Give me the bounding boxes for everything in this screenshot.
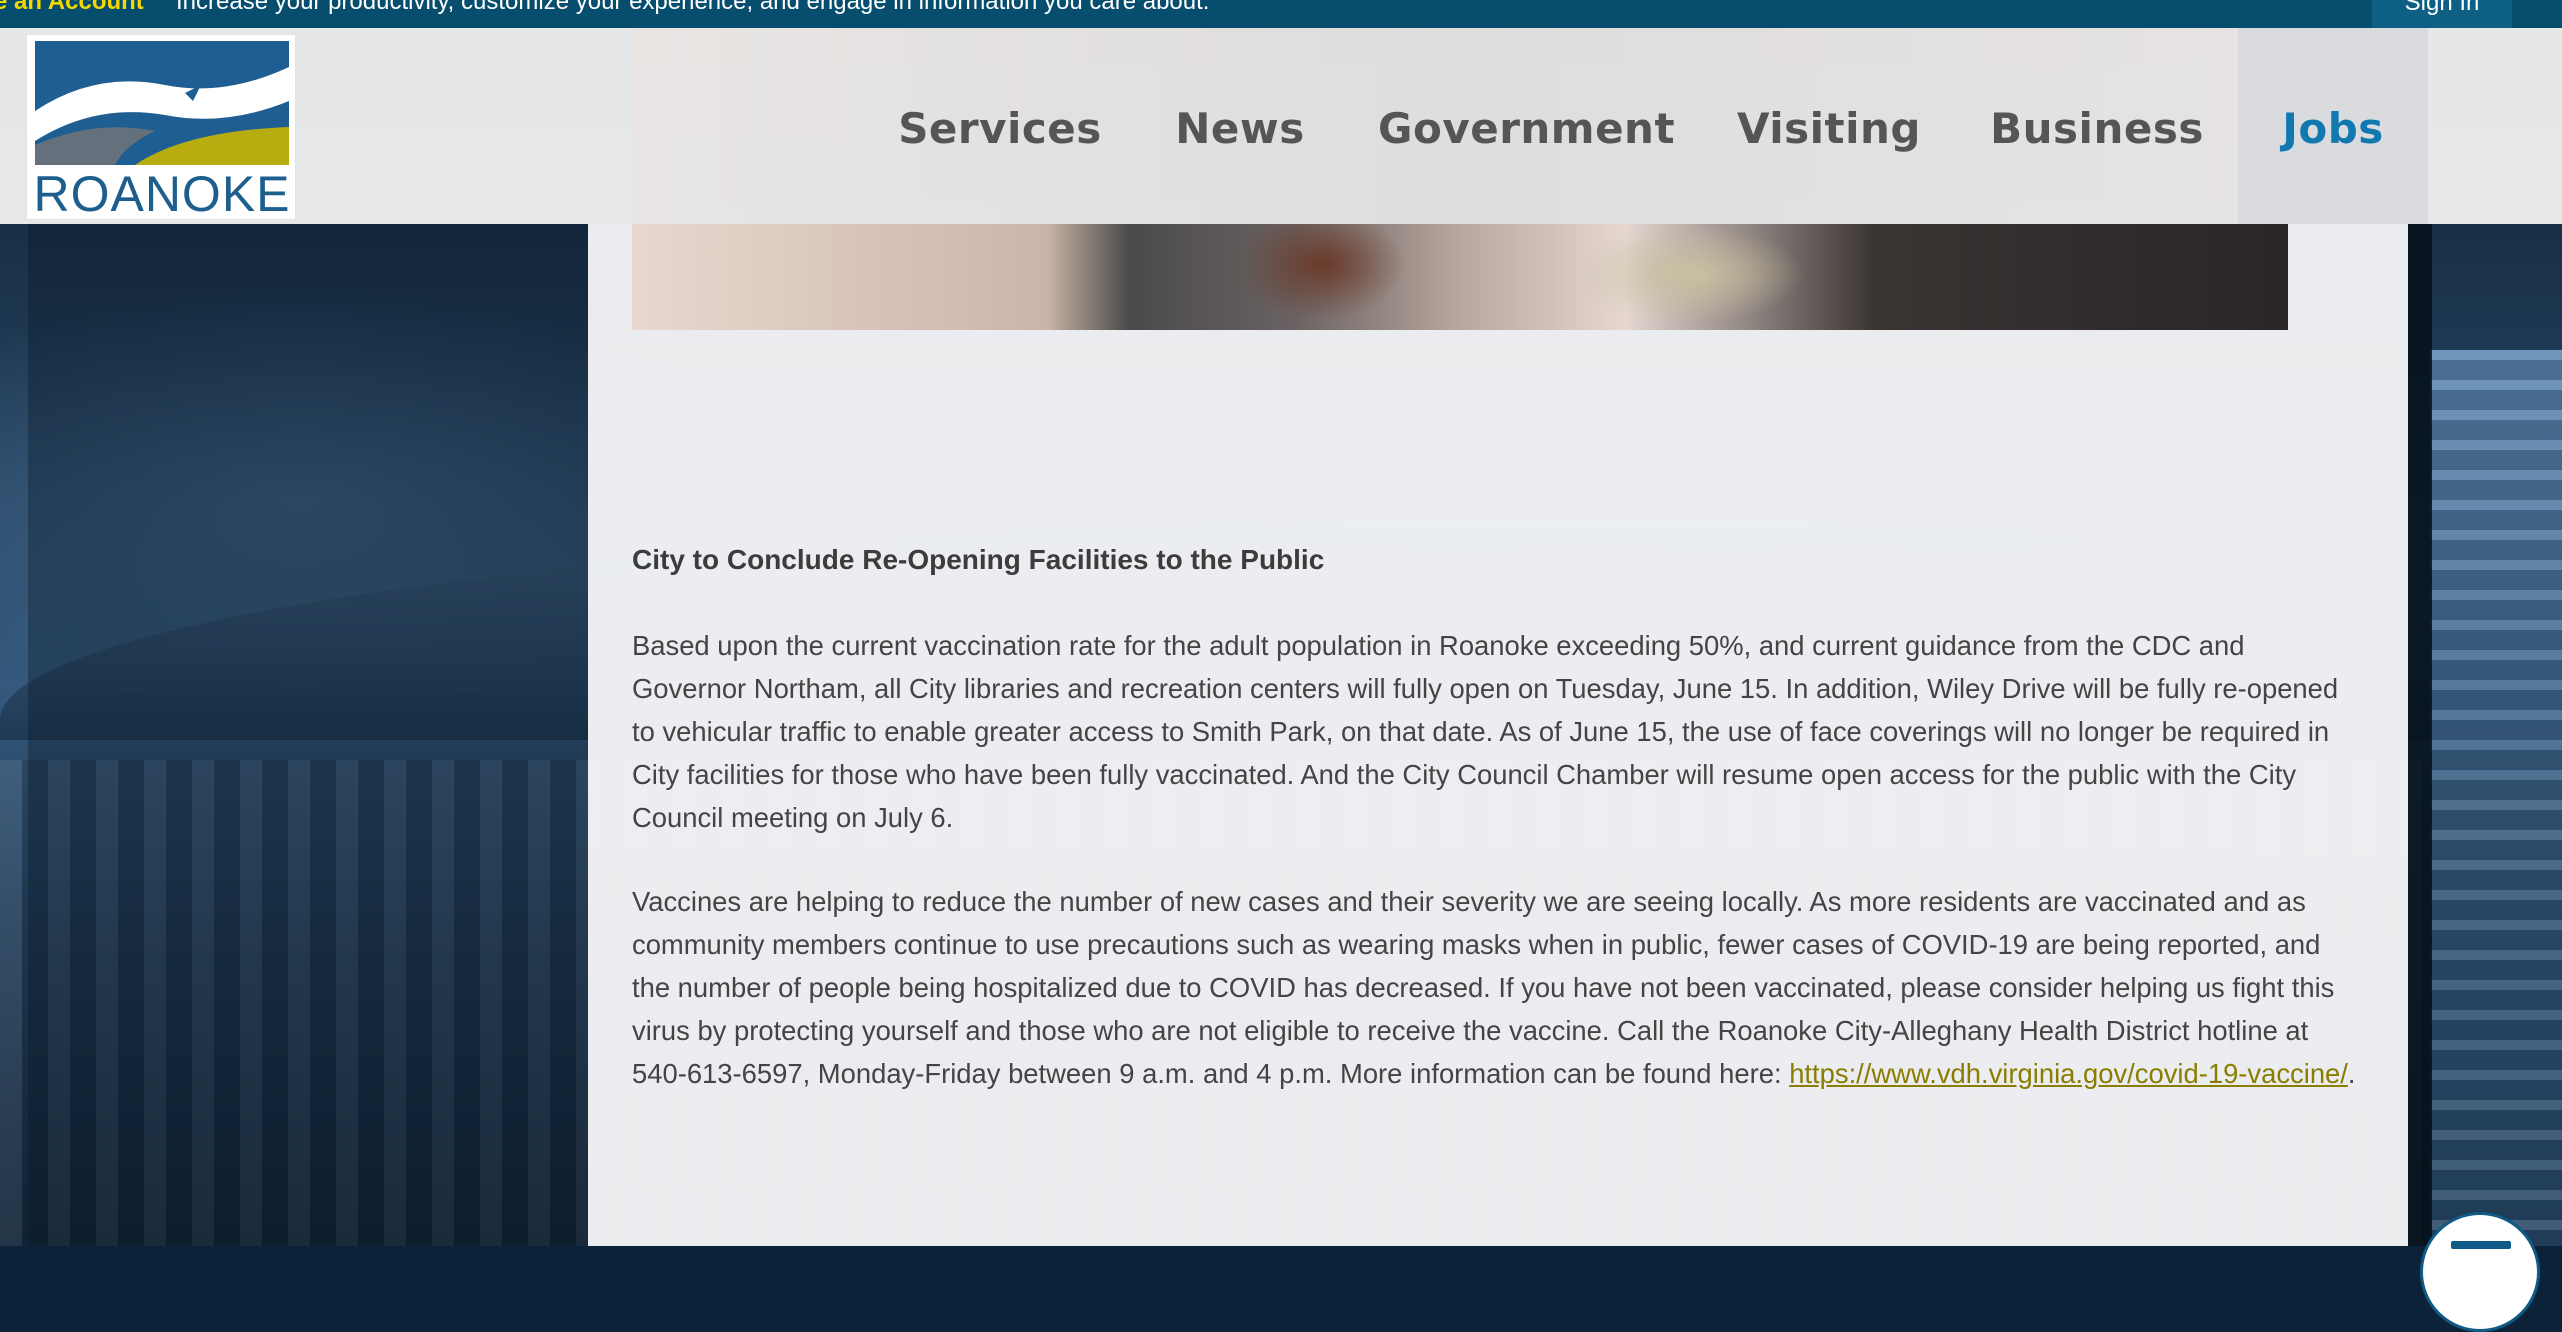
link-suffix: . [2347, 1058, 2356, 1089]
chat-icon [2451, 1241, 2511, 1249]
chat-button[interactable] [2420, 1212, 2540, 1332]
background-overlay-right [2408, 224, 2432, 1246]
background-overlay-left [28, 224, 588, 1246]
main-nav: Services News Government Visiting Busine… [0, 28, 2562, 224]
nav-news[interactable]: News [1160, 28, 1320, 224]
hero-image [632, 224, 2288, 330]
article-paragraph-2: Vaccines are helping to reduce the numbe… [632, 880, 2362, 1095]
article-paragraph-1: Based upon the current vaccination rate … [632, 630, 2339, 833]
nav-business[interactable]: Business [1990, 28, 2204, 224]
article-title: City to Conclude Re-Opening Facilities t… [632, 544, 1325, 575]
nav-jobs[interactable]: Jobs [2238, 28, 2428, 224]
utility-message: Increase your productivity, customize yo… [176, 0, 1210, 15]
sign-in-button[interactable]: Sign In [2372, 0, 2512, 28]
city-skyline-right [2430, 350, 2562, 1246]
news-article: City to Conclude Re-Opening Facilities t… [632, 540, 2362, 1089]
vdh-vaccine-link[interactable]: https://www.vdh.virginia.gov/covid-19-va… [1789, 1058, 2348, 1089]
nav-visiting[interactable]: Visiting [1734, 28, 1924, 224]
utility-bar: e an Account Increase your productivity,… [0, 0, 2562, 28]
nav-services[interactable]: Services [892, 28, 1108, 224]
nav-government[interactable]: Government [1378, 28, 1675, 224]
create-account-link[interactable]: e an Account [0, 0, 144, 16]
